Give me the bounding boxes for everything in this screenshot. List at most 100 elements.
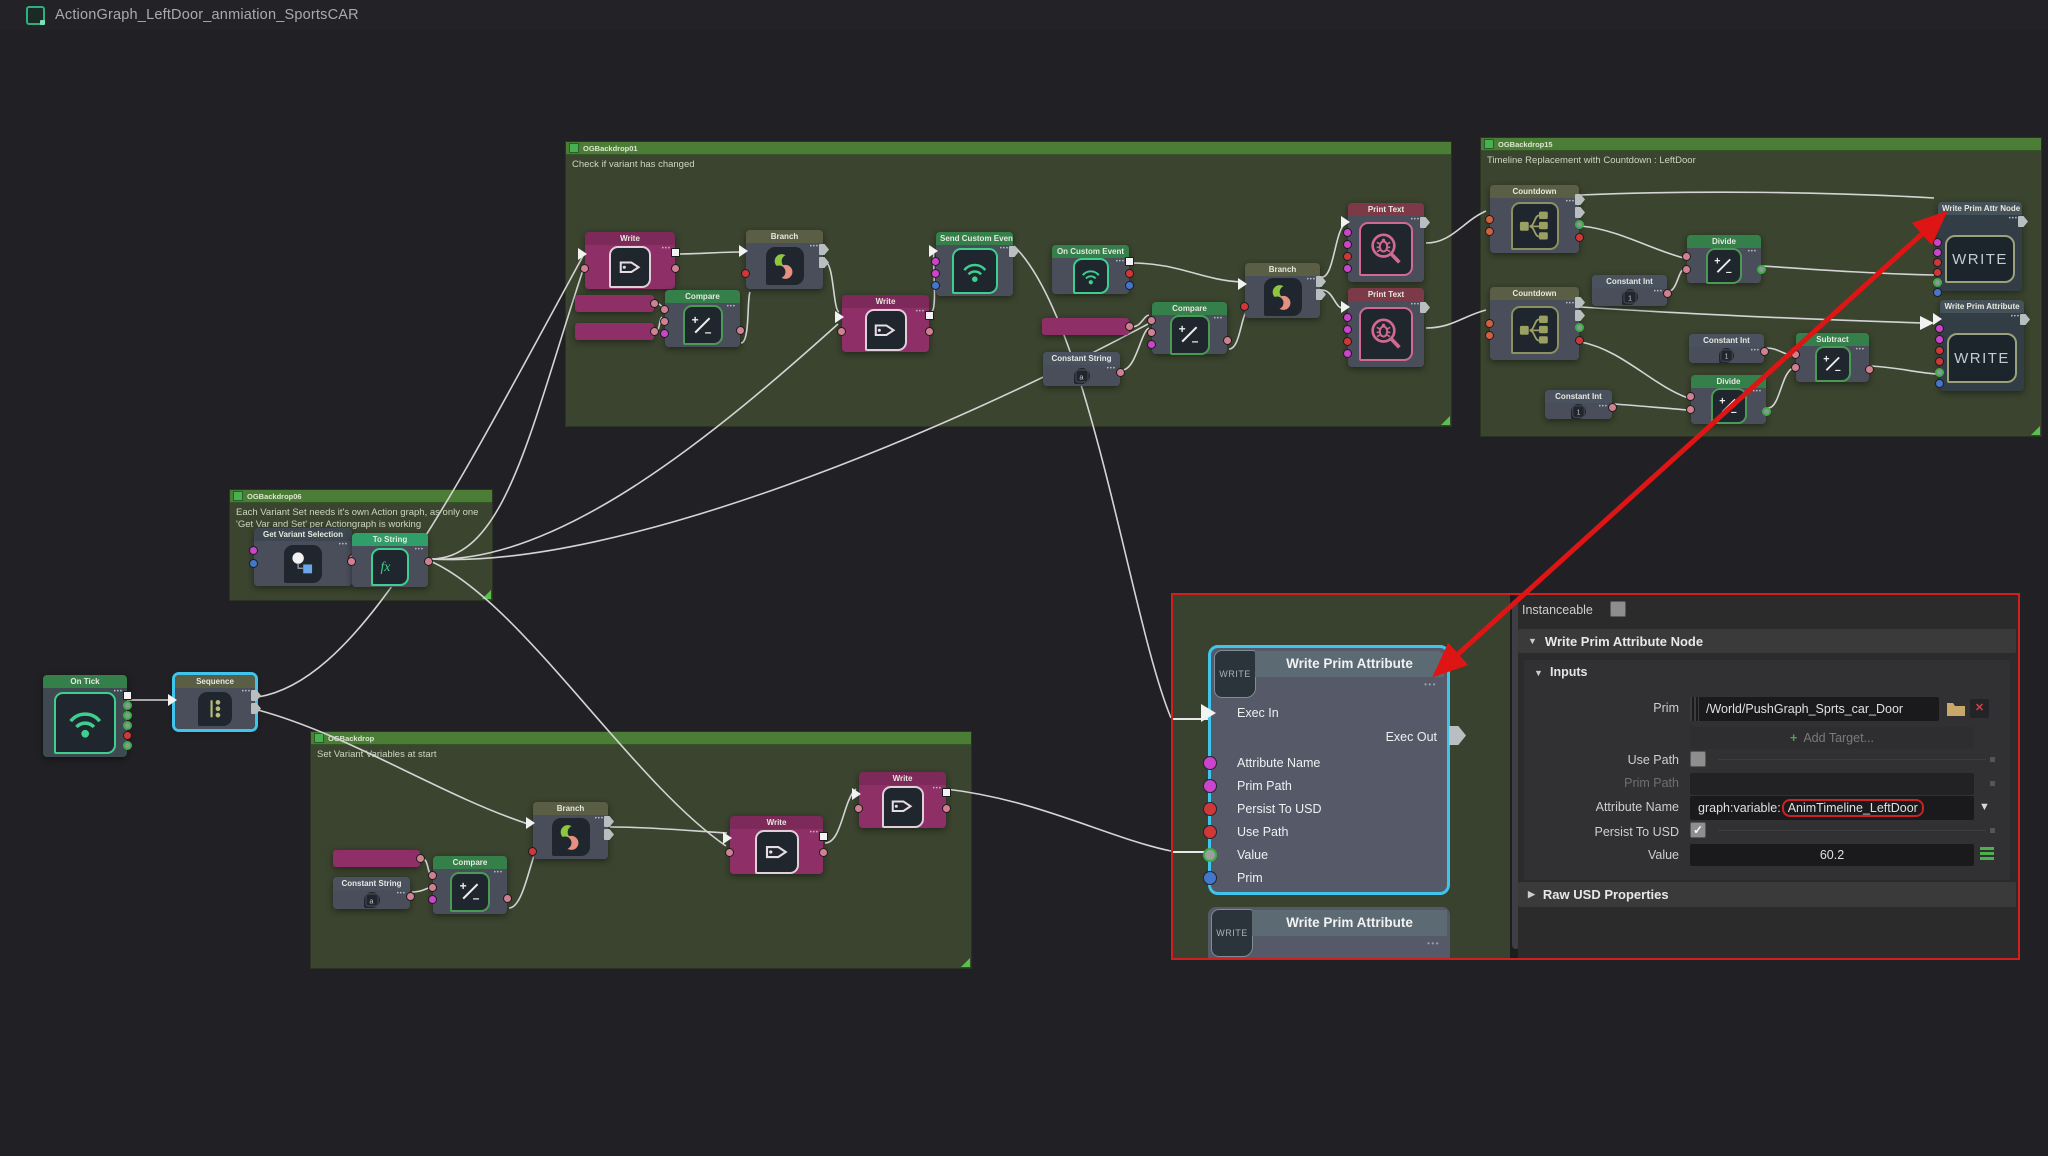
blue-pin[interactable] bbox=[249, 559, 258, 568]
dropdown-caret-icon[interactable]: ▼ bbox=[1979, 801, 1990, 813]
exec-in-pin[interactable] bbox=[578, 248, 587, 260]
exec-out-pin[interactable] bbox=[925, 311, 934, 320]
flag-pin[interactable] bbox=[819, 244, 829, 255]
node-collapsed-collapsed-bar-4[interactable] bbox=[333, 850, 420, 867]
magenta-pin[interactable] bbox=[1343, 264, 1352, 273]
node-detail-view[interactable]: WRITE Write Prim Attribute ••• Exec In E… bbox=[1173, 595, 1510, 958]
node-menu-dots[interactable]: ••• bbox=[1307, 277, 1316, 283]
exec-out-pin[interactable] bbox=[123, 691, 132, 700]
node-menu-dots[interactable]: ••• bbox=[933, 786, 942, 792]
node-menu-dots[interactable]: ••• bbox=[1424, 680, 1437, 689]
node-menu-dots[interactable]: ••• bbox=[242, 689, 251, 695]
blue-pin[interactable] bbox=[1933, 288, 1942, 297]
pink-pin[interactable] bbox=[671, 264, 680, 273]
node-to-string[interactable]: To Stringfx••• bbox=[352, 533, 428, 587]
pink-pin[interactable] bbox=[650, 299, 659, 308]
flag-pin[interactable] bbox=[1316, 276, 1326, 287]
folder-icon[interactable] bbox=[1946, 699, 1966, 717]
instanceable-checkbox[interactable] bbox=[1610, 601, 1626, 617]
node-write-prim-attribute-second[interactable]: WRITE Write Prim Attribute ••• bbox=[1208, 907, 1450, 958]
drag-handle[interactable] bbox=[1690, 697, 1699, 721]
node-constant-string-1[interactable]: Constant Stringa••• bbox=[1043, 352, 1120, 386]
node-countdown-2[interactable]: Countdown••• bbox=[1490, 287, 1579, 360]
flag-pin[interactable] bbox=[1420, 302, 1430, 313]
node-menu-dots[interactable]: ••• bbox=[1654, 289, 1663, 295]
node-menu-dots[interactable]: ••• bbox=[1116, 259, 1125, 265]
flag-pin[interactable] bbox=[819, 257, 829, 268]
pink-pin[interactable] bbox=[925, 327, 934, 336]
use-path-pin[interactable] bbox=[1203, 825, 1217, 839]
node-countdown-1[interactable]: Countdown••• bbox=[1490, 185, 1579, 253]
flag-pin[interactable] bbox=[1575, 310, 1585, 321]
magenta-pin[interactable] bbox=[428, 895, 437, 904]
red-pin[interactable] bbox=[1125, 269, 1134, 278]
remove-target-button[interactable]: ✕ bbox=[1970, 699, 1989, 718]
prim-path-pin[interactable] bbox=[1203, 779, 1217, 793]
red-pin[interactable] bbox=[1343, 337, 1352, 346]
green-ring-pin[interactable] bbox=[1762, 407, 1771, 416]
magenta-pin[interactable] bbox=[1935, 335, 1944, 344]
flag-pin[interactable] bbox=[2020, 314, 2030, 325]
node-menu-dots[interactable]: ••• bbox=[1411, 217, 1420, 223]
exec-in-pin[interactable] bbox=[1201, 704, 1216, 722]
exec-in-pin[interactable] bbox=[1238, 278, 1247, 290]
node-send-custom-event[interactable]: Send Custom Event••• bbox=[936, 232, 1013, 296]
node-divide-2[interactable]: Divide+–••• bbox=[1691, 375, 1766, 424]
node-menu-dots[interactable]: ••• bbox=[727, 304, 736, 310]
magenta-pin[interactable] bbox=[1343, 349, 1352, 358]
node-menu-dots[interactable]: ••• bbox=[1753, 389, 1762, 395]
node-write-prim-attr-node[interactable]: Write Prim Attr NodeWRITE••• bbox=[1938, 202, 2022, 291]
use-path-checkbox[interactable] bbox=[1690, 751, 1706, 767]
value-field[interactable]: 60.2 bbox=[1690, 844, 1974, 866]
pink-pin[interactable] bbox=[1791, 363, 1800, 372]
pink-pin[interactable] bbox=[347, 557, 356, 566]
node-menu-dots[interactable]: ••• bbox=[2009, 216, 2018, 222]
pink-pin[interactable] bbox=[1147, 328, 1156, 337]
persist-to-usd-checkbox[interactable]: ✓ bbox=[1690, 822, 1706, 838]
persist-to-usd-pin[interactable] bbox=[1203, 802, 1217, 816]
node-sequence[interactable]: Sequence••• bbox=[175, 675, 255, 729]
pink-pin[interactable] bbox=[424, 557, 433, 566]
pink-pin[interactable] bbox=[428, 883, 437, 892]
pink-pin[interactable] bbox=[416, 854, 425, 863]
node-menu-dots[interactable]: ••• bbox=[1599, 404, 1608, 410]
pink-pin[interactable] bbox=[1223, 336, 1232, 345]
exec-in-pin[interactable] bbox=[1341, 301, 1350, 313]
node-constant-int-1[interactable]: Constant Int1••• bbox=[1592, 275, 1667, 306]
node-menu-dots[interactable]: ••• bbox=[662, 246, 671, 252]
node-compare-3[interactable]: Compare+–••• bbox=[433, 856, 507, 914]
green-ring-pin[interactable] bbox=[1935, 368, 1944, 377]
node-menu-dots[interactable]: ••• bbox=[1856, 347, 1865, 353]
flag-pin[interactable] bbox=[2018, 216, 2028, 227]
flag-pin[interactable] bbox=[604, 829, 614, 840]
magenta-pin[interactable] bbox=[1933, 238, 1942, 247]
exec-in-pin[interactable] bbox=[852, 788, 861, 800]
orange-pin[interactable] bbox=[1485, 331, 1494, 340]
node-print-text-2[interactable]: Print Text••• bbox=[1348, 288, 1424, 367]
red-pin[interactable] bbox=[741, 269, 750, 278]
exec-in-pin[interactable] bbox=[835, 311, 844, 323]
flag-pin[interactable] bbox=[251, 690, 261, 701]
flag-pin[interactable] bbox=[604, 816, 614, 827]
exec-in-pin[interactable] bbox=[929, 245, 938, 257]
flag-pin[interactable] bbox=[1009, 246, 1019, 257]
node-menu-dots[interactable]: ••• bbox=[1566, 301, 1575, 307]
exec-in-pin[interactable] bbox=[526, 817, 535, 829]
pink-pin[interactable] bbox=[660, 317, 669, 326]
graph-canvas[interactable]: ActionGraph_LeftDoor_anmiation_SportsCAR… bbox=[0, 0, 2048, 1156]
node-menu-dots[interactable]: ••• bbox=[339, 542, 348, 548]
node-menu-dots[interactable]: ••• bbox=[1107, 366, 1116, 372]
flag-pin[interactable] bbox=[1575, 207, 1585, 218]
pink-pin[interactable] bbox=[725, 848, 734, 857]
node-menu-dots[interactable]: ••• bbox=[1000, 246, 1009, 252]
red-pin[interactable] bbox=[1240, 302, 1249, 311]
node-subtract-1[interactable]: Subtract+–••• bbox=[1796, 333, 1869, 382]
node-constant-int-3[interactable]: Constant Int1••• bbox=[1545, 390, 1612, 419]
pink-pin[interactable] bbox=[854, 804, 863, 813]
node-menu-dots[interactable]: ••• bbox=[595, 816, 604, 822]
pink-pin[interactable] bbox=[736, 326, 745, 335]
magenta-pin[interactable] bbox=[1343, 313, 1352, 322]
magenta-pin[interactable] bbox=[1935, 324, 1944, 333]
multi-value-icon[interactable] bbox=[1980, 847, 1994, 850]
exec-out-pin[interactable] bbox=[1125, 257, 1134, 266]
